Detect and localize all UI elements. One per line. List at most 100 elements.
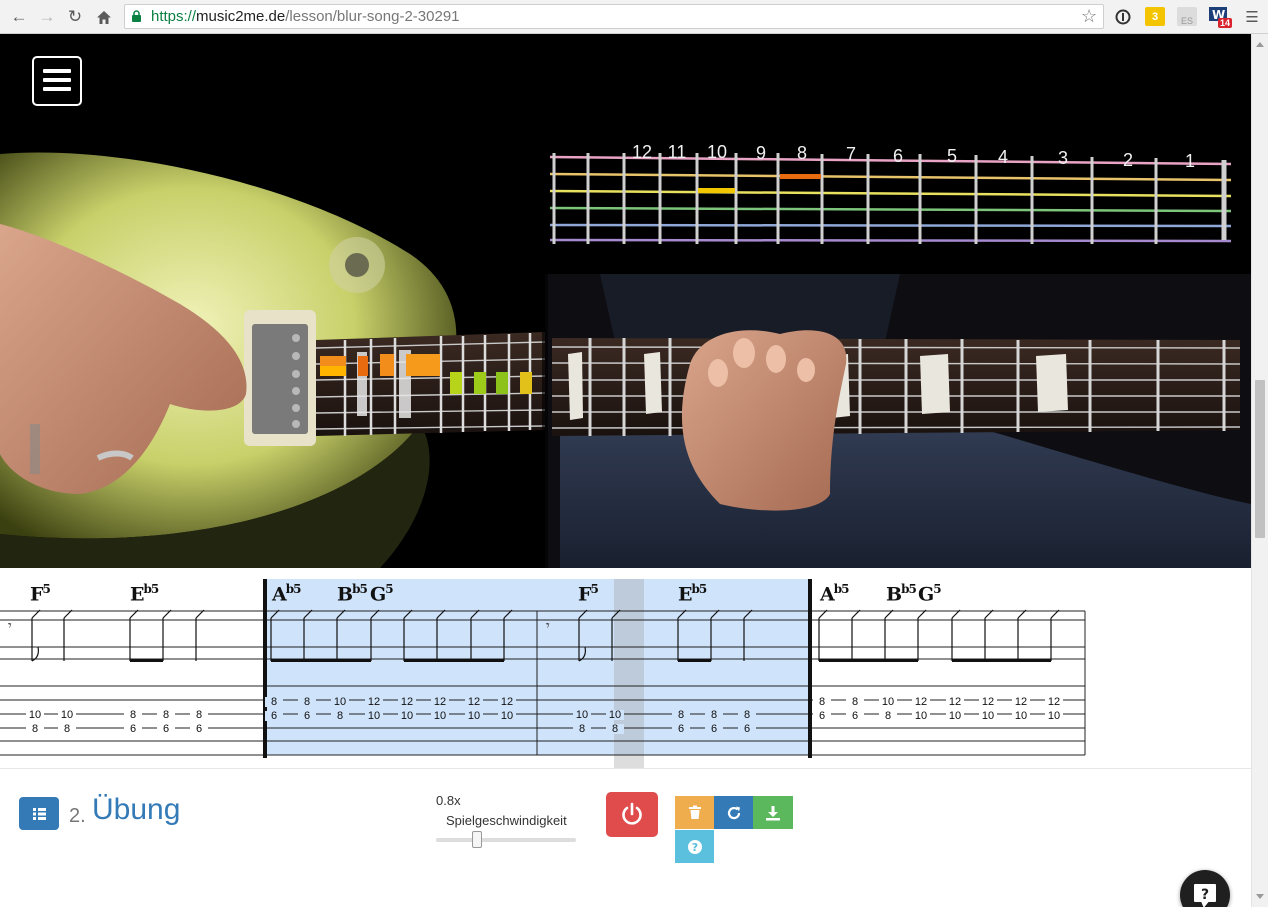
- chord-symbol: Ab5: [272, 582, 302, 606]
- scroll-up-arrow[interactable]: [1256, 42, 1264, 47]
- note-slash: [884, 609, 894, 619]
- download-button[interactable]: [753, 796, 793, 829]
- download-icon: [766, 805, 780, 820]
- back-icon[interactable]: ←: [8, 6, 30, 28]
- notes-layer: 𝄾 𝄾 10 8 10 8 8 6 8 6 8 6 8 6 8 6 10 8 12 10 12 10 12 10 12 10 12 1…: [8, 609, 1063, 735]
- tab-number: 10: [501, 710, 513, 722]
- help-button[interactable]: ?: [675, 830, 714, 863]
- fret-number: 4: [997, 147, 1009, 167]
- tab-number: 8: [337, 710, 343, 722]
- chord-symbol: Eb5: [130, 582, 159, 606]
- note-flag: [578, 646, 586, 662]
- fret-number: 8: [796, 143, 808, 163]
- tab-number: 8: [612, 723, 618, 735]
- tab-number: 8: [64, 723, 70, 735]
- video-player[interactable]: 12 11 10 9 8 7 6 5 4 3 2 1: [0, 34, 1251, 568]
- tab-number: 8: [852, 696, 858, 708]
- note-slash: [578, 609, 588, 619]
- note-flag: [31, 646, 39, 662]
- hamburger-menu-button[interactable]: [32, 56, 82, 106]
- tab-number: 12: [982, 696, 994, 708]
- tab-number: 12: [1015, 696, 1027, 708]
- chord-symbol: F5: [30, 582, 51, 606]
- scroll-thumb[interactable]: [1255, 380, 1265, 538]
- note-slash: [818, 609, 828, 619]
- note-slash: [403, 609, 413, 619]
- fret-number: 5: [946, 146, 958, 166]
- tab-number: 10: [61, 709, 73, 721]
- language-extension-icon[interactable]: ES: [1177, 7, 1197, 26]
- chord-symbol: Eb5: [678, 582, 707, 606]
- reset-button[interactable]: [714, 796, 753, 829]
- tab-number: 8: [196, 709, 202, 721]
- note-slash: [951, 609, 961, 619]
- sheet-music[interactable]: 𝄾 𝄾 10 8 10 8 8 6 8 6 8 6 8 6 8 6 10 8 12 10 12 10 12 10 12 10 12 1…: [0, 568, 1251, 768]
- chord-symbol: Bb5: [337, 582, 368, 606]
- tab-number: 8: [579, 723, 585, 735]
- power-button[interactable]: [606, 792, 658, 837]
- note-slash: [984, 609, 994, 619]
- tab-number: 8: [819, 696, 825, 708]
- exercise-controls: 2. Übung 0.8x Spielgeschwindigkeit ? ?: [0, 768, 1251, 907]
- tab-number: 6: [130, 723, 136, 735]
- note-beam: [130, 659, 163, 662]
- fret-number: 2: [1122, 150, 1134, 170]
- tab-number: 10: [434, 710, 446, 722]
- note-slash: [162, 609, 172, 619]
- forward-icon[interactable]: →: [36, 6, 58, 28]
- tab-number: 6: [163, 723, 169, 735]
- home-icon[interactable]: [93, 6, 115, 28]
- reload-icon[interactable]: ↻: [64, 6, 86, 28]
- tab-number: 8: [271, 696, 277, 708]
- rest-symbol: 𝄾: [546, 618, 550, 634]
- note-slash: [470, 609, 480, 619]
- tab-number: 10: [401, 710, 413, 722]
- note-slash: [31, 609, 41, 619]
- tab-number: 8: [32, 723, 38, 735]
- rest-symbol: 𝄾: [8, 618, 12, 634]
- note-beam: [678, 659, 711, 662]
- exercise-list-button[interactable]: [19, 797, 59, 830]
- browser-menu-icon[interactable]: ☰: [1241, 6, 1263, 28]
- tab-number: 6: [271, 710, 277, 722]
- page-scrollbar[interactable]: [1251, 34, 1268, 907]
- tag-extension-icon[interactable]: 3: [1145, 7, 1165, 26]
- speed-slider-track[interactable]: [436, 838, 576, 842]
- bookmark-star-icon[interactable]: ☆: [1081, 6, 1097, 27]
- address-bar[interactable]: https://music2me.de/lesson/blur-song-2-3…: [124, 4, 1104, 29]
- svg-text:?: ?: [1201, 887, 1209, 903]
- scroll-down-arrow[interactable]: [1256, 894, 1264, 899]
- url-scheme: https://: [151, 8, 197, 25]
- tab-number: 6: [304, 710, 310, 722]
- note-slash: [129, 609, 139, 619]
- tab-number: 6: [196, 723, 202, 735]
- note-slash: [503, 609, 513, 619]
- delete-button[interactable]: [675, 796, 714, 829]
- language-extension-label: ES: [1180, 16, 1193, 26]
- w-extension-icon[interactable]: W 14: [1208, 6, 1232, 28]
- note-slash: [370, 609, 380, 619]
- password-extension-icon[interactable]: [1113, 7, 1133, 26]
- tab-number: 8: [130, 709, 136, 721]
- tab-number: 12: [401, 696, 413, 708]
- note-slash: [270, 609, 280, 619]
- note-beam: [952, 659, 1051, 662]
- note-slash: [1050, 609, 1060, 619]
- note-slash: [1017, 609, 1027, 619]
- fret-number: 10: [706, 142, 728, 162]
- exercise-number: 2.: [69, 805, 86, 827]
- video-frame: [0, 34, 1251, 568]
- chord-symbol: F5: [578, 582, 599, 606]
- svg-text:?: ?: [691, 841, 697, 854]
- tab-number: 12: [949, 696, 961, 708]
- chat-button[interactable]: ?: [1180, 870, 1230, 907]
- tab-number: 12: [1048, 696, 1060, 708]
- tab-number: 10: [29, 709, 41, 721]
- tab-number: 10: [949, 710, 961, 722]
- tab-number: 10: [368, 710, 380, 722]
- speed-slider-handle[interactable]: [471, 831, 482, 848]
- lesson-page: 12 11 10 9 8 7 6 5 4 3 2 1 𝄾 𝄾 10 8 10 8…: [0, 34, 1251, 907]
- tab-number: 10: [1015, 710, 1027, 722]
- tab-number: 10: [1048, 710, 1060, 722]
- tag-extension-badge: 3: [1151, 10, 1159, 23]
